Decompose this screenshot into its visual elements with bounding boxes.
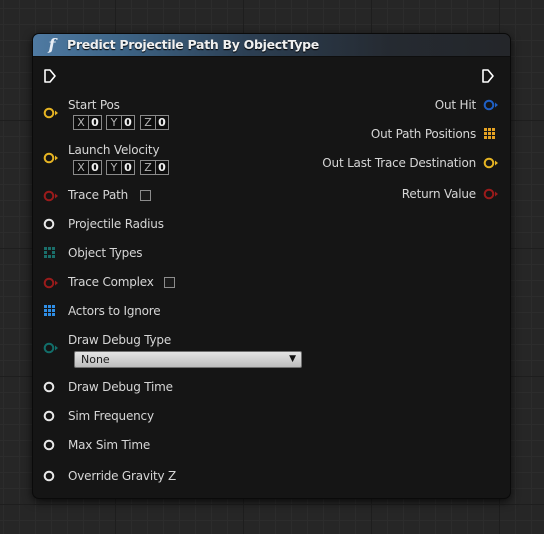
projectile-radius-label: Projectile Radius	[68, 217, 164, 231]
node-title: Predict Projectile Path By ObjectType	[67, 37, 319, 52]
float-pin-icon[interactable]	[43, 469, 59, 483]
boolean-pin-icon[interactable]	[43, 189, 59, 203]
dropdown-selected-value: None	[81, 353, 110, 366]
actors-to-ignore-label: Actors to Ignore	[68, 304, 161, 318]
draw-debug-type-dropdown[interactable]: None ▼	[74, 351, 302, 368]
launch-velocity-z-field[interactable]: Z 0	[140, 160, 169, 175]
exec-output-pin-icon[interactable]	[481, 68, 495, 84]
draw-debug-type-label: Draw Debug Type	[68, 333, 171, 347]
object-types-label: Object Types	[68, 246, 143, 260]
node-header[interactable]: f Predict Projectile Path By ObjectType	[33, 34, 510, 57]
vector-pin-icon[interactable]	[43, 151, 59, 165]
launch-velocity-y-field[interactable]: Y 0	[106, 160, 135, 175]
draw-debug-time-label: Draw Debug Time	[68, 380, 173, 394]
trace-complex-checkbox[interactable]	[164, 277, 175, 288]
trace-complex-label: Trace Complex	[68, 275, 154, 289]
out-hit-label: Out Hit	[434, 98, 476, 112]
vector-pin-icon[interactable]	[483, 156, 499, 170]
vector-array-pin-icon[interactable]	[484, 128, 496, 140]
start-pos-label: Start Pos	[68, 98, 120, 112]
function-icon: f	[48, 35, 56, 54]
override-gravity-z-label: Override Gravity Z	[68, 469, 176, 483]
float-pin-icon[interactable]	[43, 409, 59, 423]
hit-result-pin-icon[interactable]	[483, 98, 499, 112]
launch-velocity-label: Launch Velocity	[68, 143, 160, 157]
start-pos-x-field[interactable]: X 0	[73, 115, 102, 130]
float-pin-icon[interactable]	[43, 438, 59, 452]
trace-path-label: Trace Path	[68, 188, 129, 202]
start-pos-y-field[interactable]: Y 0	[106, 115, 135, 130]
float-pin-icon[interactable]	[43, 380, 59, 394]
actors-array-pin-icon[interactable]	[44, 305, 56, 317]
boolean-pin-icon[interactable]	[483, 187, 499, 201]
object-types-array-pin-icon[interactable]	[44, 247, 56, 259]
function-node[interactable]: f Predict Projectile Path By ObjectType …	[33, 34, 510, 498]
exec-input-pin-icon[interactable]	[43, 68, 57, 84]
vector-pin-icon[interactable]	[43, 106, 59, 120]
out-path-positions-label: Out Path Positions	[370, 127, 476, 141]
launch-velocity-x-field[interactable]: X 0	[73, 160, 102, 175]
start-pos-z-field[interactable]: Z 0	[140, 115, 169, 130]
boolean-pin-icon[interactable]	[43, 276, 59, 290]
trace-path-checkbox[interactable]	[140, 190, 151, 201]
dropdown-arrow-icon: ▼	[289, 354, 296, 364]
max-sim-time-label: Max Sim Time	[68, 438, 151, 452]
return-value-label: Return Value	[401, 187, 476, 201]
out-last-trace-destination-label: Out Last Trace Destination	[322, 156, 476, 170]
sim-frequency-label: Sim Frequency	[68, 409, 154, 423]
enum-pin-icon[interactable]	[43, 341, 59, 355]
float-pin-icon[interactable]	[43, 217, 59, 231]
